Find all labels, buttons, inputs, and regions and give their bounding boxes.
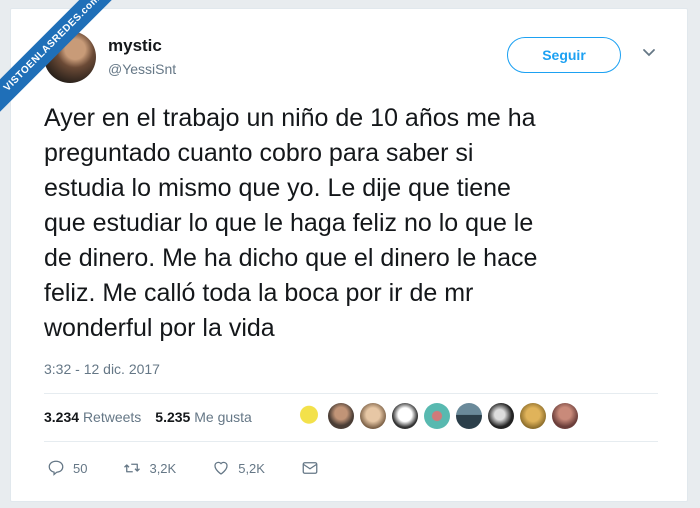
liker-avatar[interactable] <box>424 403 450 429</box>
chevron-down-icon[interactable] <box>641 45 657 61</box>
liker-avatar[interactable] <box>392 403 418 429</box>
reply-button[interactable]: 50 <box>47 459 87 477</box>
reply-icon <box>48 460 64 476</box>
user-name[interactable]: mystic <box>108 36 162 56</box>
liker-avatar[interactable] <box>520 403 546 429</box>
divider <box>44 441 658 442</box>
like-count: 5,2K <box>238 460 265 476</box>
retweet-count: 3,2K <box>149 460 177 476</box>
action-bar: 50 3,2K 5,2K <box>47 459 355 477</box>
reply-count: 50 <box>73 460 88 476</box>
like-button[interactable]: 5,2K <box>212 459 265 477</box>
engagement-stats: 3.234 Retweets 5.235 Me gusta <box>44 409 252 425</box>
liker-avatars <box>296 403 578 429</box>
retweets-stat[interactable]: 3.234 Retweets <box>44 409 141 425</box>
liker-avatar[interactable] <box>488 403 514 429</box>
liker-avatar[interactable] <box>552 403 578 429</box>
avatar[interactable] <box>44 31 96 83</box>
timestamp[interactable]: 3:32 - 12 dic. 2017 <box>44 361 160 377</box>
tweet-card: mystic @YessiSnt Seguir Ayer en el traba… <box>10 8 688 502</box>
likes-stat[interactable]: 5.235 Me gusta <box>155 409 252 425</box>
liker-avatar[interactable] <box>296 403 322 429</box>
tweet-text: Ayer en el trabajo un niño de 10 años me… <box>44 104 538 342</box>
follow-button[interactable]: Seguir <box>507 37 621 73</box>
liker-avatar[interactable] <box>328 403 354 429</box>
liker-avatar[interactable] <box>456 403 482 429</box>
heart-icon <box>214 461 228 475</box>
user-handle[interactable]: @YessiSnt <box>108 61 176 77</box>
retweet-icon <box>124 463 141 473</box>
retweet-button[interactable]: 3,2K <box>123 459 176 477</box>
divider <box>44 393 658 394</box>
message-button[interactable] <box>301 459 319 477</box>
mail-icon <box>302 462 318 474</box>
liker-avatar[interactable] <box>360 403 386 429</box>
